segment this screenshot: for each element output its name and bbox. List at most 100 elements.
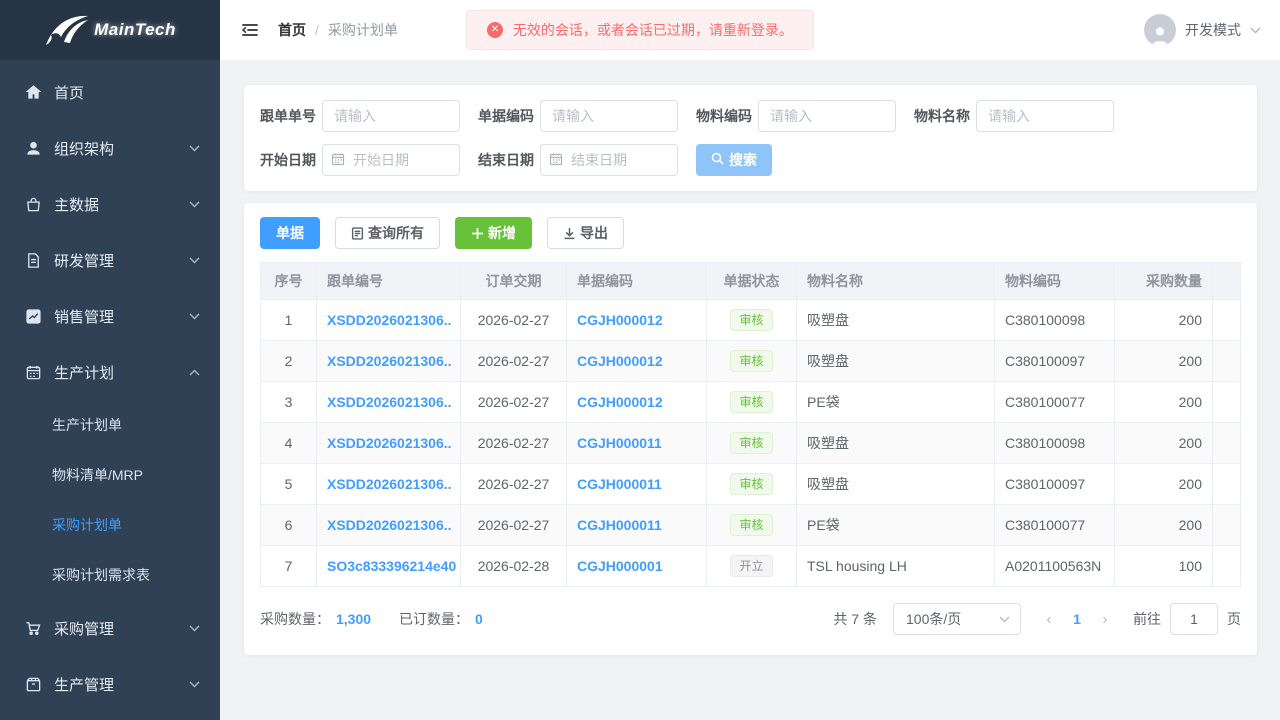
text-input[interactable] [758, 100, 896, 132]
doc-no-link[interactable]: CGJH000011 [577, 517, 662, 533]
cell-index: 1 [261, 300, 317, 341]
text-input[interactable] [322, 100, 460, 132]
search-button[interactable]: 搜索 [696, 144, 772, 176]
sidebar-subitem[interactable]: 采购计划需求表 [0, 550, 220, 600]
date-input[interactable] [540, 144, 678, 176]
status-badge: 审核 [730, 514, 772, 536]
doc-no-link[interactable]: CGJH000001 [577, 558, 663, 574]
table-header-row: 序号跟单编号订单交期单据编码单据状态物料名称物料编码采购数量 [261, 263, 1241, 300]
table-row: 7SO3c833396214e402026-02-28CGJH000001开立T… [261, 546, 1241, 587]
toolbar-button-新增[interactable]: 新增 [455, 217, 532, 249]
search-field: 物料编码 [696, 100, 896, 132]
doc-no-link[interactable]: CGJH000011 [577, 435, 662, 451]
cell-order-no: XSDD2026021306.. [317, 423, 461, 464]
sidebar-item-label: 生产管理 [54, 674, 114, 695]
sidebar-item[interactable]: 首页 [0, 64, 220, 120]
field-label: 跟单单号 [260, 106, 322, 126]
cell-order-no: XSDD2026021306.. [317, 300, 461, 341]
cell-delivery-date: 2026-02-27 [461, 341, 567, 382]
breadcrumb: 首页 / 采购计划单 [278, 20, 398, 40]
order-no-link[interactable]: XSDD2026021306.. [327, 394, 452, 410]
field-label: 结束日期 [478, 150, 540, 170]
cell-doc-no: CGJH000011 [567, 464, 707, 505]
toolbar-button-查询所有[interactable]: 查询所有 [335, 217, 440, 249]
menu-fold-icon[interactable] [238, 18, 262, 42]
cell-doc-no: CGJH000012 [567, 300, 707, 341]
chevron-down-icon [189, 681, 200, 688]
cell-delivery-date: 2026-02-27 [461, 423, 567, 464]
status-badge: 审核 [730, 350, 772, 372]
search-row-2: 开始日期结束日期搜索 [260, 144, 1241, 176]
field-label: 物料编码 [696, 106, 758, 126]
topbar: 首页 / 采购计划单 ✕ 无效的会话，或者会话已过期，请重新登录。 开发模式 [220, 0, 1280, 60]
sidebar-item-label: 首页 [54, 82, 84, 103]
order-no-link[interactable]: XSDD2026021306.. [327, 353, 452, 369]
avatar-icon [1144, 14, 1176, 46]
order-no-link[interactable]: XSDD2026021306.. [327, 312, 452, 328]
doc-no-link[interactable]: CGJH000011 [577, 476, 662, 492]
column-header: 物料编码 [995, 263, 1115, 300]
sidebar-subitem[interactable]: 物料清单/MRP [0, 450, 220, 500]
sidebar-subitem[interactable]: 生产计划单 [0, 400, 220, 450]
toast-text: 无效的会话，或者会话已过期，请重新登录。 [513, 20, 793, 40]
cell-index: 5 [261, 464, 317, 505]
cell-extra [1213, 423, 1241, 464]
doc-no-link[interactable]: CGJH000012 [577, 353, 663, 369]
sidebar-item-label: 主数据 [54, 194, 99, 215]
column-header: 跟单编号 [317, 263, 461, 300]
cell-qty: 100 [1115, 546, 1213, 587]
text-input[interactable] [540, 100, 678, 132]
sidebar-item-label: 研发管理 [54, 250, 114, 271]
order-no-link[interactable]: SO3c833396214e40 [327, 558, 456, 574]
current-page[interactable]: 1 [1063, 611, 1091, 627]
order-no-link[interactable]: XSDD2026021306.. [327, 435, 452, 451]
table-row: 6XSDD2026021306..2026-02-27CGJH000011审核P… [261, 505, 1241, 546]
chevron-down-icon [189, 257, 200, 264]
cell-status: 审核 [707, 300, 797, 341]
cell-material-name: 吸塑盘 [797, 341, 995, 382]
purchase-plan-table: 序号跟单编号订单交期单据编码单据状态物料名称物料编码采购数量 1 XSDD2026… [260, 262, 1241, 587]
sidebar-item[interactable]: 生产计划 [0, 344, 220, 400]
bag-icon [24, 195, 42, 213]
logo: MainTech [0, 0, 220, 60]
sidebar-item-label: 生产计划 [54, 362, 114, 383]
chart-icon [24, 307, 42, 325]
prev-page-button[interactable]: ‹ [1035, 605, 1063, 633]
cell-material-name: 吸塑盘 [797, 300, 995, 341]
order-no-link[interactable]: XSDD2026021306.. [327, 476, 452, 492]
sidebar-item[interactable]: 生产管理 [0, 656, 220, 712]
goto-suffix: 页 [1227, 609, 1241, 629]
next-page-button[interactable]: › [1091, 605, 1119, 633]
cell-qty: 200 [1115, 423, 1213, 464]
date-input[interactable] [322, 144, 460, 176]
toolbar-button-单据[interactable]: 单据 [260, 217, 320, 249]
user-menu[interactable]: 开发模式 [1144, 14, 1261, 46]
page-size-select[interactable]: 100条/页 [893, 603, 1021, 635]
sidebar-subitem[interactable]: 采购计划单 [0, 500, 220, 550]
cell-material-code: C380100098 [995, 423, 1115, 464]
chevron-down-icon [189, 201, 200, 208]
status-badge: 审核 [730, 473, 772, 495]
order-no-link[interactable]: XSDD2026021306.. [327, 517, 452, 533]
chevron-down-icon [189, 313, 200, 320]
sidebar-item[interactable]: 销售管理 [0, 288, 220, 344]
sidebar-item[interactable]: 研发管理 [0, 232, 220, 288]
sidebar-item[interactable]: 采购管理 [0, 600, 220, 656]
table-row: 4XSDD2026021306..2026-02-27CGJH000011审核吸… [261, 423, 1241, 464]
toolbar-button-导出[interactable]: 导出 [547, 217, 624, 249]
doc-no-link[interactable]: CGJH000012 [577, 394, 663, 410]
breadcrumb-home[interactable]: 首页 [278, 20, 306, 40]
table-row: 5XSDD2026021306..2026-02-27CGJH000011审核吸… [261, 464, 1241, 505]
cell-material-code: C380100077 [995, 382, 1115, 423]
sidebar-item[interactable]: 组织架构 [0, 120, 220, 176]
table-row: 3XSDD2026021306..2026-02-27CGJH000012审核P… [261, 382, 1241, 423]
goto-page-input[interactable] [1170, 603, 1218, 635]
sidebar-item[interactable]: 主数据 [0, 176, 220, 232]
cell-extra [1213, 464, 1241, 505]
doc-no-link[interactable]: CGJH000012 [577, 312, 663, 328]
text-input[interactable] [976, 100, 1114, 132]
session-error-toast: ✕ 无效的会话，或者会话已过期，请重新登录。 [466, 10, 814, 50]
cell-delivery-date: 2026-02-27 [461, 464, 567, 505]
logo-text: MainTech [94, 20, 176, 40]
status-badge: 审核 [730, 309, 772, 331]
